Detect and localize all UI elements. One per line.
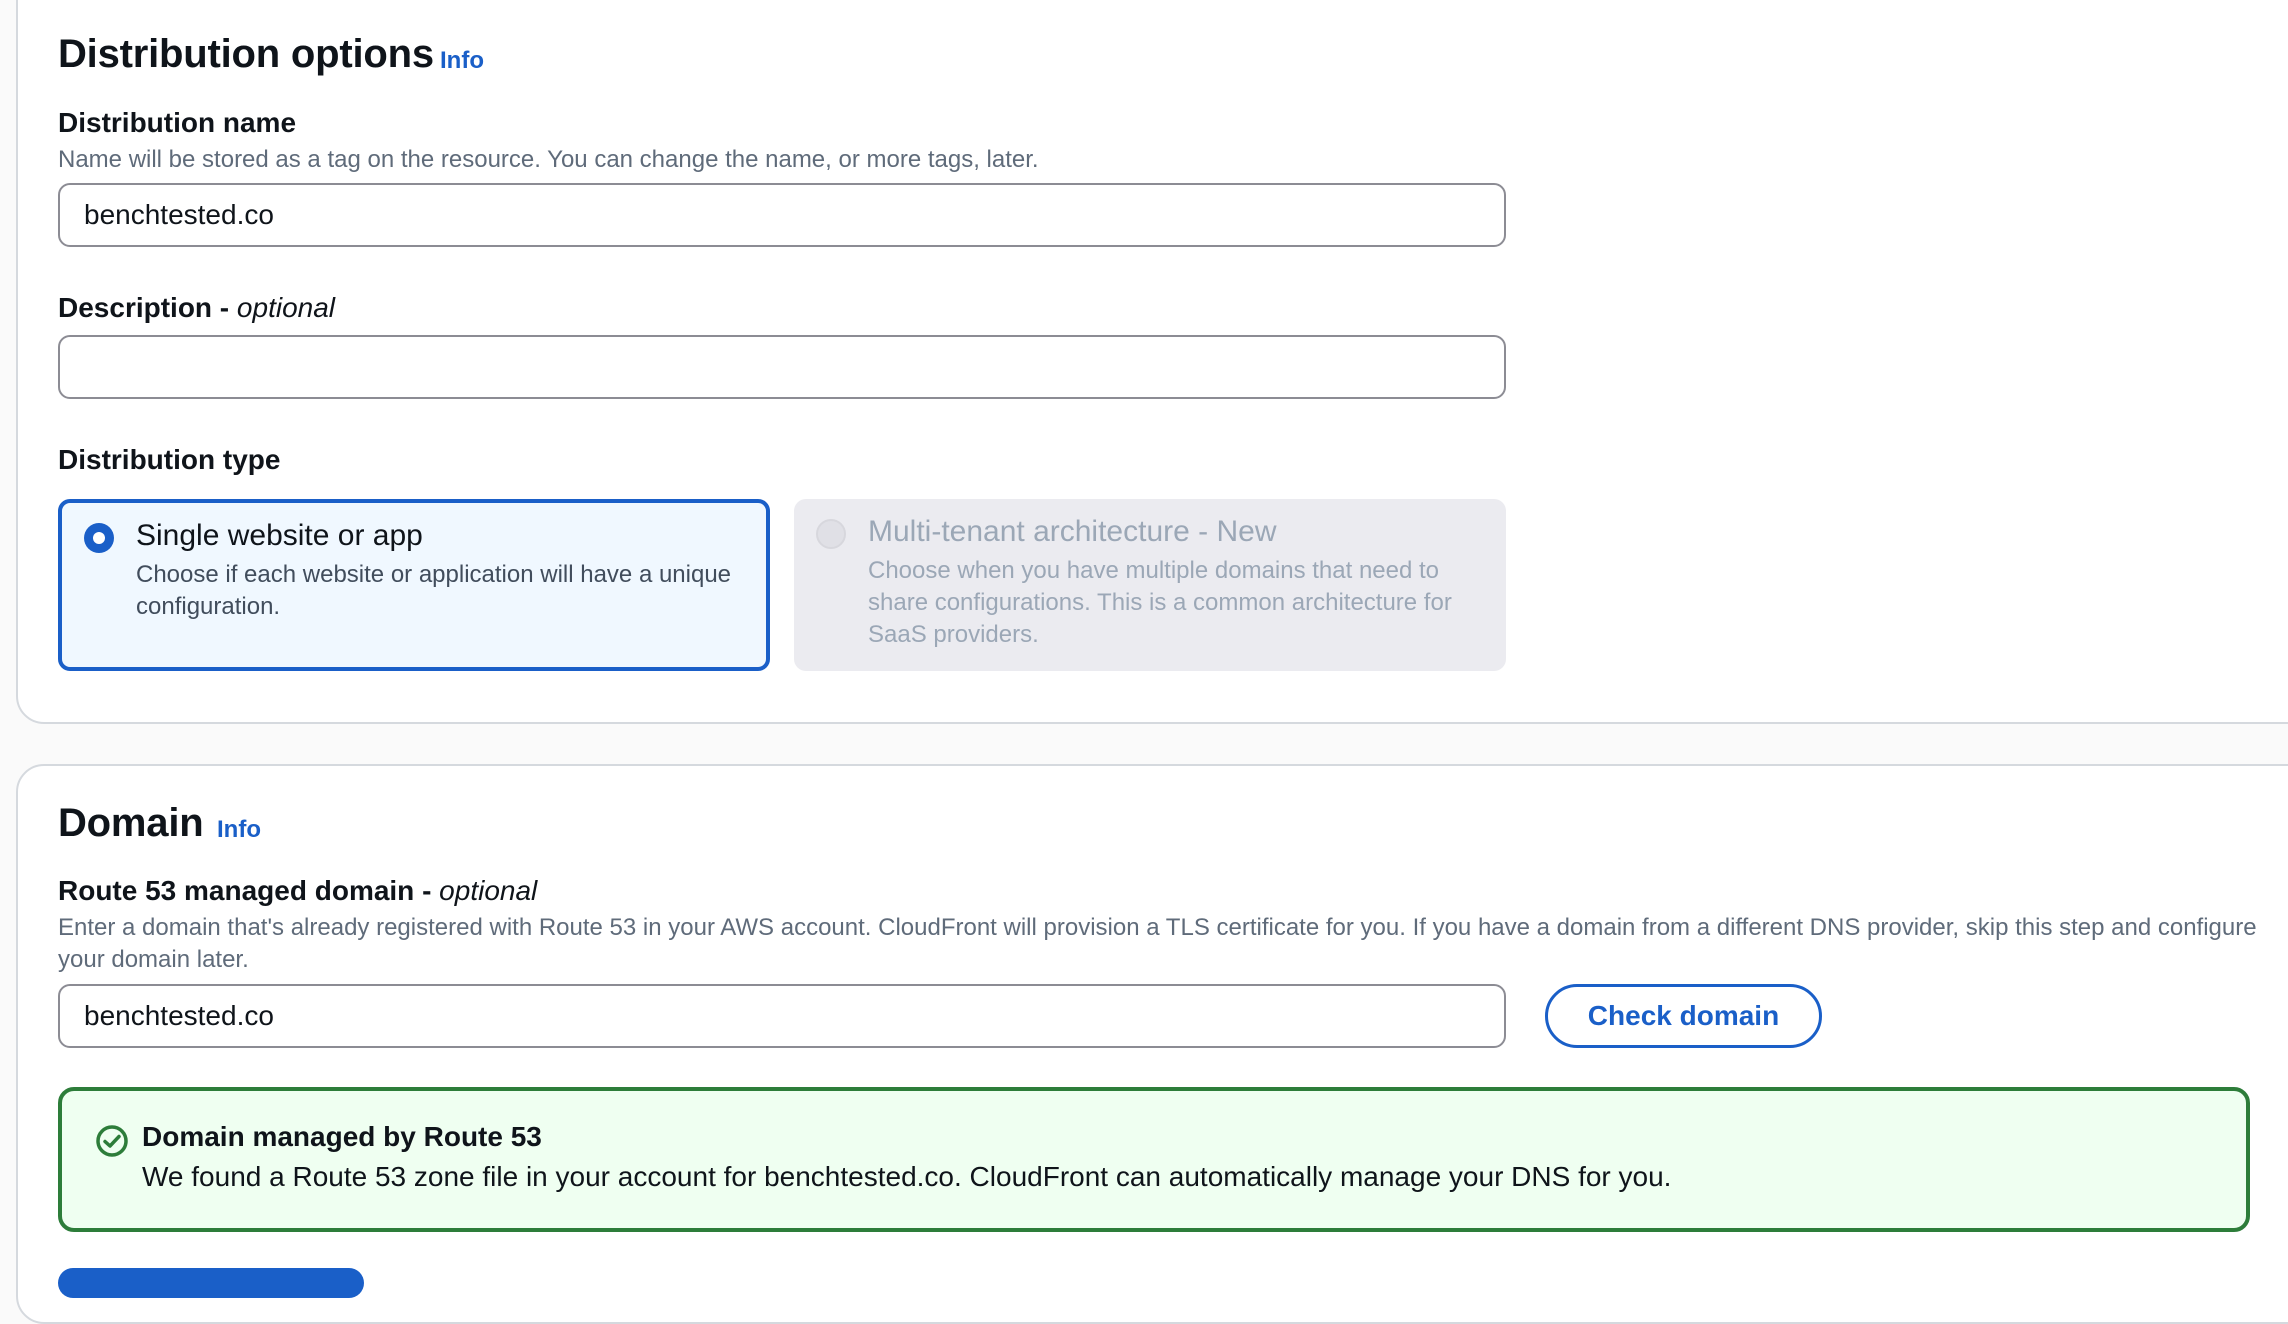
- optional-tag: optional: [236, 292, 336, 323]
- radio-selected-icon[interactable]: [84, 523, 114, 553]
- distribution-type-multitenant-tile: Multi-tenant architecture - New Choose w…: [794, 499, 1506, 671]
- route53-domain-input[interactable]: benchtested.co: [58, 984, 1506, 1048]
- check-domain-button[interactable]: Check domain: [1545, 984, 1822, 1048]
- distribution-name-label: Distribution name: [58, 107, 297, 138]
- tile-description: Choose if each website or application wi…: [136, 561, 732, 620]
- distribution-options-heading: Distribution options: [58, 32, 434, 76]
- tile-description: Choose when you have multiple domains th…: [868, 557, 1452, 648]
- radio-disabled-icon: [816, 519, 846, 549]
- description-label: Description - optional: [58, 292, 336, 323]
- distribution-options-info-link[interactable]: Info: [440, 47, 484, 75]
- domain-info-link[interactable]: Info: [217, 816, 261, 844]
- check-circle-icon: [96, 1125, 128, 1157]
- distribution-name-input[interactable]: benchtested.co: [58, 183, 1506, 247]
- distribution-type-label: Distribution type: [58, 444, 281, 475]
- optional-tag: optional: [439, 875, 538, 906]
- distribution-name-description: Name will be stored as a tag on the reso…: [58, 146, 1039, 173]
- tile-title: Single website or app: [136, 519, 423, 552]
- alert-title: Domain managed by Route 53: [142, 1121, 542, 1152]
- distribution-type-single-tile[interactable]: Single website or app Choose if each web…: [58, 499, 770, 671]
- route53-domain-description: Enter a domain that's already registered…: [58, 914, 2257, 973]
- route53-domain-label: Route 53 managed domain - optional: [58, 875, 538, 906]
- alert-message: We found a Route 53 zone file in your ac…: [142, 1161, 1672, 1192]
- description-input[interactable]: [58, 335, 1506, 399]
- domain-managed-alert: Domain managed by Route 53 We found a Ro…: [58, 1087, 2250, 1232]
- primary-button-partial[interactable]: [58, 1268, 364, 1298]
- domain-heading: Domain: [58, 801, 204, 845]
- tile-title: Multi-tenant architecture - New: [868, 515, 1277, 548]
